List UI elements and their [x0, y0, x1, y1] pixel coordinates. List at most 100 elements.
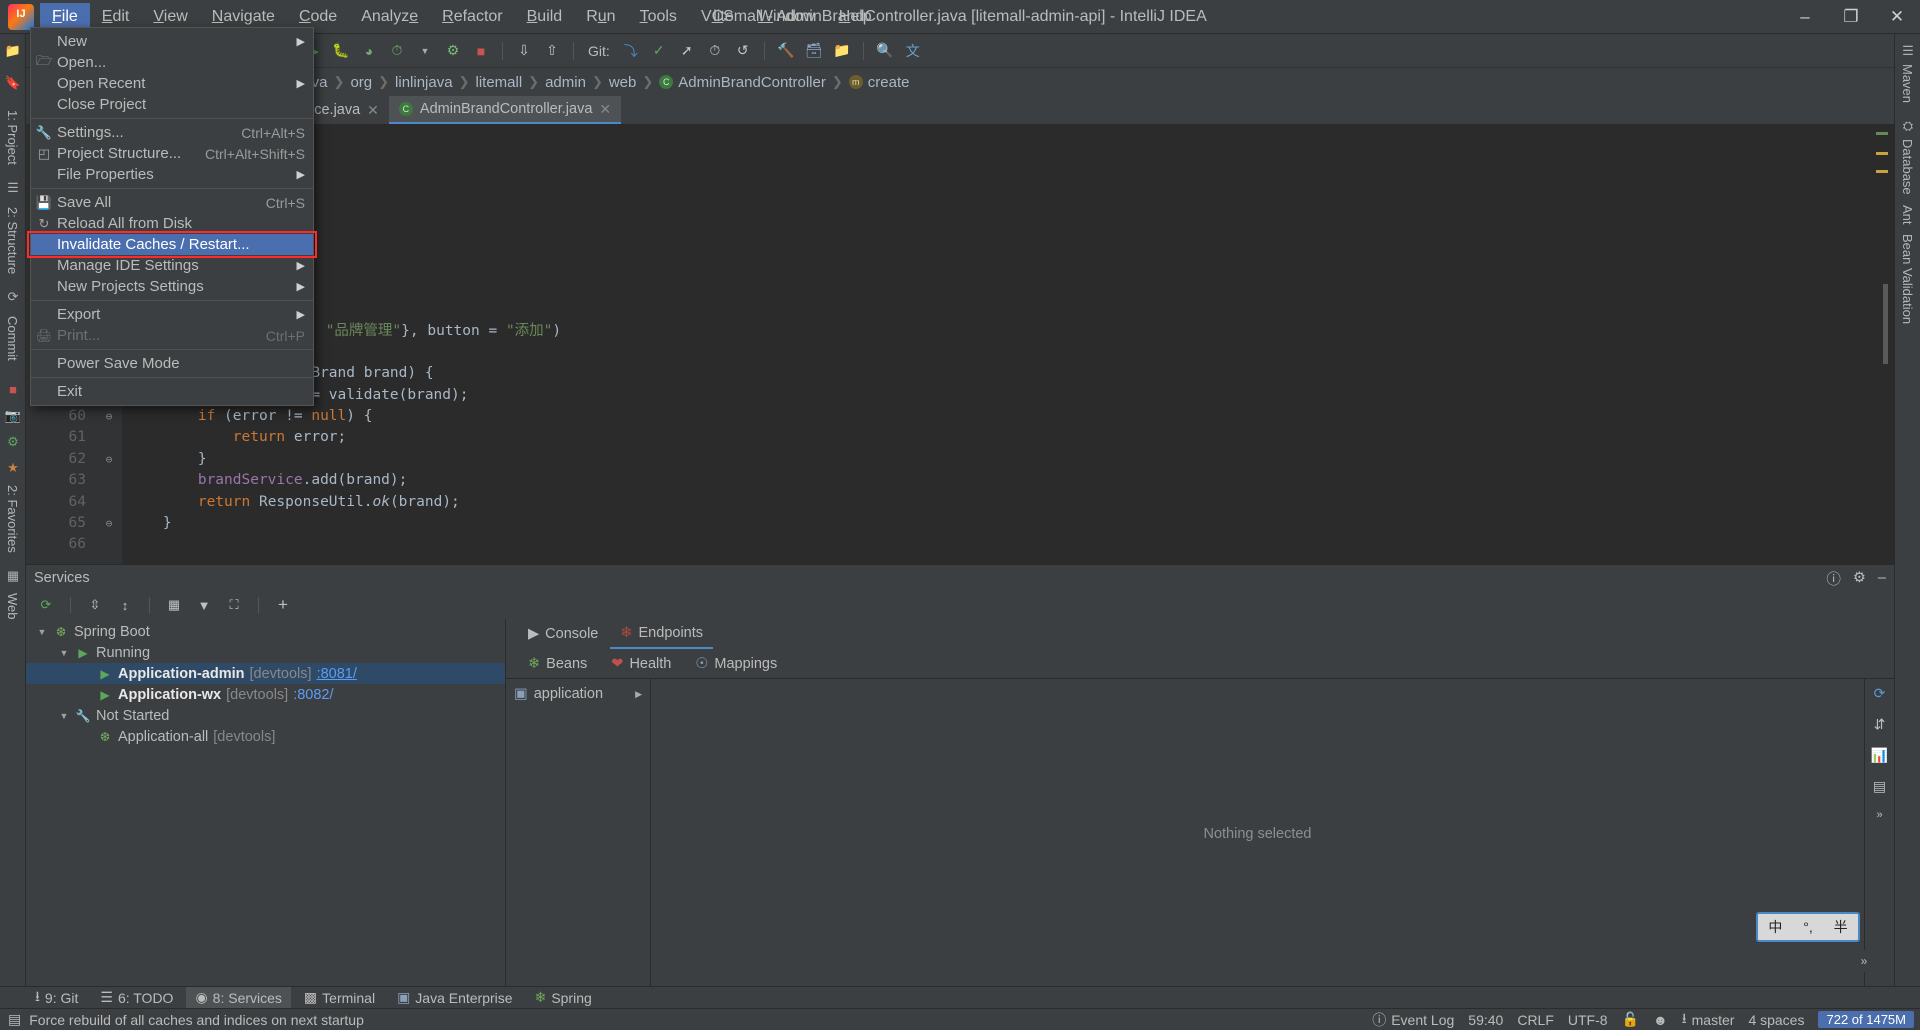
menu-item-power-save-mode[interactable]: Power Save Mode	[31, 353, 313, 374]
update-project-icon[interactable]: ⇩	[511, 38, 537, 64]
expand-rail-icon[interactable]: »	[1876, 809, 1882, 821]
chevron-down-icon[interactable]: ▼	[412, 38, 438, 64]
code-text-area[interactable]: nd.getDesc();sEmpty(desc)) {seUtil.badAr…	[122, 124, 1868, 564]
help-icon[interactable]: ⓘ	[1826, 568, 1841, 589]
tree-item-port-link[interactable]: :8082/	[293, 687, 333, 703]
menu-item-file-properties[interactable]: File Properties ▶	[31, 164, 313, 185]
fold-marker[interactable]: ⊖	[96, 513, 122, 534]
menu-help[interactable]: Help	[827, 3, 884, 31]
list-item[interactable]: ▣ application ▶	[506, 683, 650, 705]
indent-setting[interactable]: 4 spaces	[1748, 1012, 1804, 1028]
twisty-expanded-icon[interactable]: ▼	[58, 648, 70, 658]
unlock-icon[interactable]: 🔓	[1622, 1011, 1639, 1028]
expand-all-icon[interactable]: ⇳	[83, 594, 107, 616]
git-commit-check-icon[interactable]: ✓	[646, 38, 672, 64]
add-icon[interactable]: +	[271, 594, 295, 616]
code-line[interactable]: "admin:brand:create")	[122, 299, 1868, 320]
close-button[interactable]: ✕	[1874, 0, 1920, 34]
code-line[interactable]: nd.getDesc();	[122, 171, 1868, 192]
menu-run[interactable]: Run	[574, 3, 627, 31]
git-rollback-icon[interactable]: ↺	[730, 38, 756, 64]
fold-marker[interactable]	[96, 427, 122, 448]
subtab-health[interactable]: ❤ Health	[601, 649, 681, 679]
scrollbar-thumb[interactable]	[1883, 284, 1888, 364]
close-icon[interactable]: ✕	[599, 101, 611, 118]
branch-indicator[interactable]: ⭳ master	[1682, 1008, 1735, 1030]
menu-item-settings[interactable]: 🔧 Settings... Ctrl+Alt+S	[31, 122, 313, 143]
code-line[interactable]: return ResponseUtil.ok(brand);	[122, 492, 1868, 513]
code-line[interactable]: if (error != null) {	[122, 406, 1868, 427]
menu-window[interactable]: Window	[746, 3, 827, 31]
file-encoding[interactable]: UTF-8	[1568, 1012, 1608, 1028]
menu-vcs[interactable]: VCS	[689, 3, 746, 31]
subtab-mappings[interactable]: ☉ Mappings	[685, 649, 787, 679]
code-line[interactable]: return error;	[122, 427, 1868, 448]
rail-item-web[interactable]: Web	[5, 593, 20, 620]
commit-rail-icon[interactable]: ⟳	[0, 284, 26, 310]
menu-item-manage-ide-settings[interactable]: Manage IDE Settings ▶	[31, 255, 313, 276]
gear-icon[interactable]: ⚙	[1853, 570, 1866, 586]
code-line[interactable]	[122, 534, 1868, 555]
code-line[interactable]: brandService.add(brand);	[122, 470, 1868, 491]
breadcrumb-class[interactable]: C AdminBrandController	[659, 74, 826, 91]
fold-marker[interactable]: ⊖	[96, 406, 122, 427]
chart-icon[interactable]: 📊	[1871, 747, 1888, 764]
code-line[interactable]: esc(menu = {"商场管理", "品牌管理"}, button = "添…	[122, 321, 1868, 342]
camera-icon[interactable]: 📷	[0, 403, 26, 429]
code-line[interactable]: @RequestBody LitemallBrand brand) {	[122, 363, 1868, 384]
tree-item-running[interactable]: ▼ ▶ Running	[26, 642, 505, 663]
menu-item-open-recent[interactable]: Open Recent ▶	[31, 73, 313, 94]
menu-item-project-structure[interactable]: ◰ Project Structure... Ctrl+Alt+Shift+S	[31, 143, 313, 164]
breadcrumb-item-2[interactable]: linlinjava	[395, 74, 453, 91]
menu-refactor[interactable]: Refactor	[430, 3, 514, 31]
layout-icon[interactable]: ▤	[1873, 778, 1886, 795]
tree-item-application-wx[interactable]: ▶ Application-wx [devtools]:8082/	[26, 684, 505, 705]
web-grid-icon[interactable]: ▦	[0, 563, 26, 589]
run-config-icon[interactable]: 🗃	[801, 38, 827, 64]
fold-marker[interactable]: ⊖	[96, 449, 122, 470]
run-coverage-icon[interactable]: ◕	[356, 38, 382, 64]
menu-tools[interactable]: Tools	[628, 3, 689, 31]
rail-item-bean-validation[interactable]: Bean Validation	[1900, 234, 1915, 324]
bottom-tab-services[interactable]: ◉ 8: Services	[186, 986, 291, 1009]
add-tab-icon[interactable]: ⛶	[222, 594, 246, 616]
translate-icon[interactable]: 文	[900, 38, 926, 64]
project-folder-icon[interactable]: 📁	[0, 38, 26, 64]
maven-icon[interactable]: ☰	[1895, 38, 1920, 64]
rerun-icon[interactable]: ⟳	[34, 594, 58, 616]
breadcrumb-item-4[interactable]: admin	[545, 74, 586, 91]
rail-item-maven[interactable]: Maven	[1900, 64, 1915, 103]
git-history-icon[interactable]: ⏱	[702, 38, 728, 64]
code-line[interactable]: ")	[122, 342, 1868, 363]
menu-item-save-all[interactable]: 💾 Save All Ctrl+S	[31, 192, 313, 213]
menu-item-new-projects-settings[interactable]: New Projects Settings ▶	[31, 276, 313, 297]
rail-item-commit[interactable]: Commit	[5, 316, 20, 361]
menu-build[interactable]: Build	[515, 3, 575, 31]
ime-more-button[interactable]: »	[1846, 950, 1882, 972]
ime-indicator-popup[interactable]: 中 °, 半	[1756, 912, 1860, 942]
favorites-star-icon[interactable]: ★	[0, 455, 26, 481]
stop-icon[interactable]: ■	[468, 38, 494, 64]
debug-icon[interactable]: 🐛	[328, 38, 354, 64]
code-line[interactable]	[122, 256, 1868, 277]
minimize-icon[interactable]: –	[1878, 570, 1886, 586]
breadcrumb-item-1[interactable]: org	[350, 74, 372, 91]
refresh-icon[interactable]: ⟳	[1874, 685, 1886, 702]
database-icon[interactable]: ⛭	[1895, 113, 1920, 139]
collapse-all-icon[interactable]: ↕	[113, 594, 137, 616]
search-icon[interactable]: 🔍	[872, 38, 898, 64]
breadcrumb-item-5[interactable]: web	[609, 74, 637, 91]
menu-item-invalidate-caches-restart[interactable]: Invalidate Caches / Restart...	[27, 231, 317, 258]
fold-marker[interactable]	[96, 492, 122, 513]
menu-item-export[interactable]: Export ▶	[31, 304, 313, 325]
code-line[interactable]: }	[122, 449, 1868, 470]
rail-item-favorites[interactable]: 2: Favorites	[5, 485, 20, 553]
commit-icon[interactable]: ⇧	[539, 38, 565, 64]
bookmark-icon[interactable]: 🔖	[0, 70, 26, 96]
minimize-button[interactable]: –	[1782, 0, 1828, 34]
services-module-list[interactable]: ▣ application ▶	[506, 679, 651, 988]
menu-item-close-project[interactable]: Close Project	[31, 94, 313, 115]
fold-marker[interactable]	[96, 470, 122, 491]
run-with-coverage-icon[interactable]: ⚙	[440, 38, 466, 64]
twisty-expanded-icon[interactable]: ▼	[58, 711, 70, 721]
